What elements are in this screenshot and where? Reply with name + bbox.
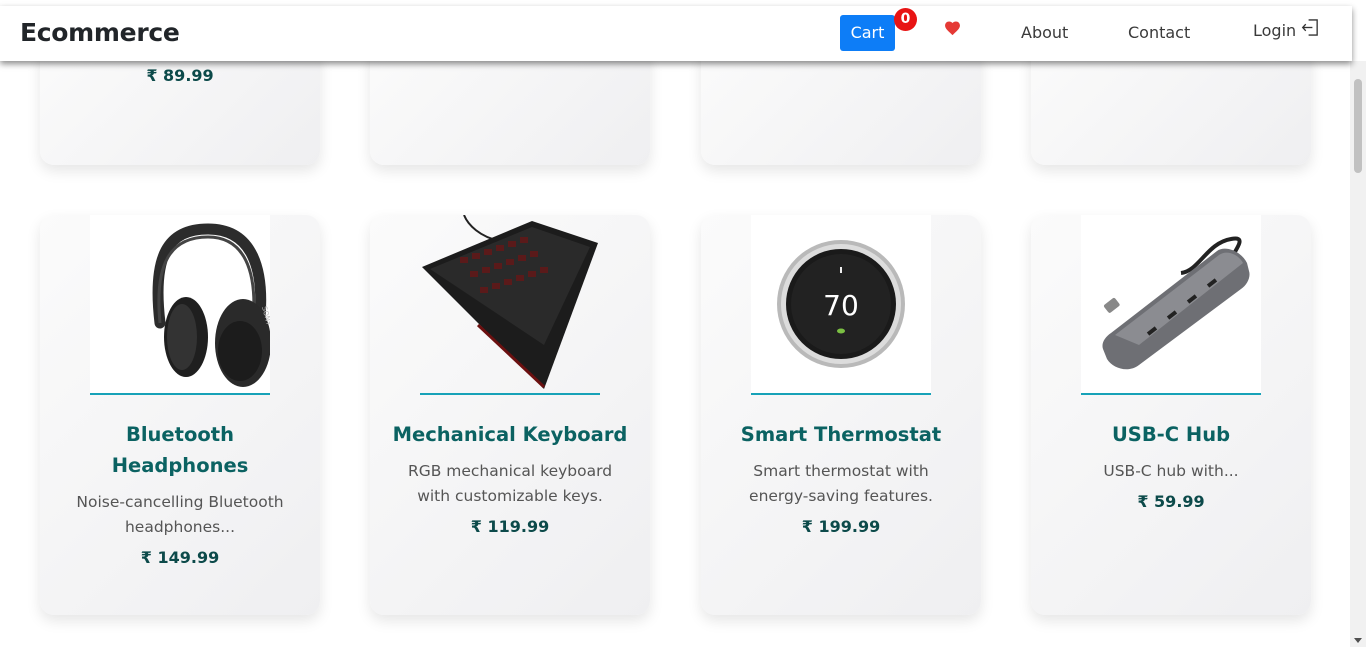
scroll-down-arrow-icon[interactable] xyxy=(1354,638,1362,643)
nav-about-link[interactable]: About xyxy=(1021,23,1068,42)
product-description-line: RGB mechanical keyboard xyxy=(407,462,613,480)
product-image[interactable]: SONY xyxy=(90,215,273,393)
product-card[interactable]: 70 Smart Thermostat Smart thermostat wit… xyxy=(701,215,981,615)
navbar: Ecommerce Cart 0 About Contact Login xyxy=(0,6,1352,61)
product-price: ₹ 89.99 xyxy=(146,66,214,85)
image-divider xyxy=(420,393,600,395)
nav-contact-link[interactable]: Contact xyxy=(1128,23,1190,42)
usb-hub-icon xyxy=(1102,236,1250,370)
image-divider xyxy=(90,393,270,395)
heart-icon[interactable] xyxy=(944,20,961,36)
product-price: ₹ 199.99 xyxy=(801,517,881,536)
product-image[interactable]: 70 xyxy=(751,215,931,393)
product-description-line: headphones... xyxy=(124,518,236,536)
product-title-line: Headphones xyxy=(111,454,249,477)
product-description-line: energy-saving features. xyxy=(749,487,933,505)
nav-login-link[interactable]: Login xyxy=(1253,21,1296,40)
product-title[interactable]: USB-C Hub xyxy=(1041,419,1301,450)
image-divider xyxy=(751,393,931,395)
cart-count-badge: 0 xyxy=(894,8,917,31)
product-title-line: Bluetooth xyxy=(126,423,234,446)
product-price: ₹ 119.99 xyxy=(470,517,550,536)
product-title[interactable]: Smart Thermostat xyxy=(711,419,971,450)
product-description: Smart thermostat with energy-saving feat… xyxy=(721,459,961,509)
thermostat-reading: 70 xyxy=(823,289,859,322)
product-description-line: Smart thermostat with xyxy=(753,462,929,480)
product-price: ₹ 59.99 xyxy=(1137,492,1205,511)
page-scrollbar[interactable] xyxy=(1350,61,1366,647)
product-image[interactable] xyxy=(1081,215,1261,393)
headphones-icon: SONY xyxy=(152,223,273,387)
product-description: Noise-cancelling Bluetooth headphones... xyxy=(60,490,300,540)
product-image[interactable] xyxy=(420,214,600,393)
product-card[interactable]: Mechanical Keyboard RGB mechanical keybo… xyxy=(370,214,650,615)
product-price: ₹ 149.99 xyxy=(140,548,220,567)
product-title[interactable]: Mechanical Keyboard xyxy=(380,419,640,450)
scrollbar-thumb[interactable] xyxy=(1354,79,1362,173)
image-divider xyxy=(1081,393,1261,395)
product-card[interactable]: SONY Bluetooth Headphones Noise-cancelli… xyxy=(40,215,320,615)
product-description-line: Noise-cancelling Bluetooth xyxy=(76,493,284,511)
product-description: RGB mechanical keyboard with customizabl… xyxy=(390,459,630,509)
thermostat-icon: 70 xyxy=(777,240,905,368)
keyboard-icon xyxy=(422,214,598,389)
login-icon[interactable] xyxy=(1301,18,1320,37)
product-description: USB-C hub with... xyxy=(1051,459,1291,484)
product-title[interactable]: Bluetooth Headphones xyxy=(50,419,310,481)
product-card[interactable]: USB-C Hub USB-C hub with... ₹ 59.99 xyxy=(1031,215,1311,615)
product-description-line: USB-C hub with... xyxy=(1103,462,1239,480)
cart-button[interactable]: Cart xyxy=(840,15,895,51)
brand-logo[interactable]: Ecommerce xyxy=(20,18,180,47)
product-description-line: with customizable keys. xyxy=(417,487,603,505)
